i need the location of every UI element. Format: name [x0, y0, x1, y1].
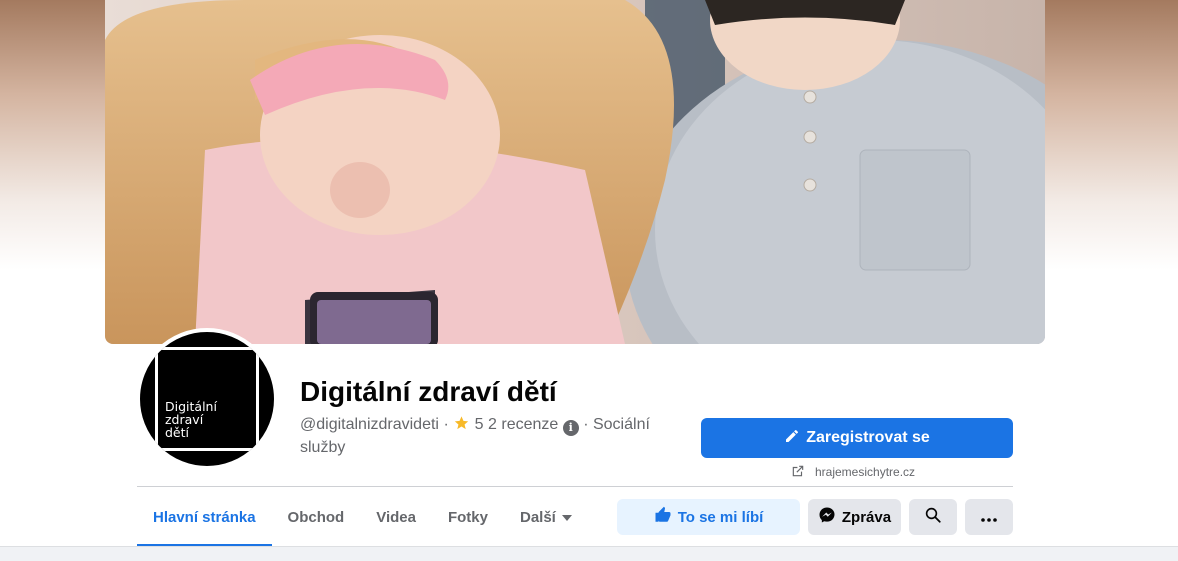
register-button[interactable]: Zaregistrovat se: [701, 418, 1013, 458]
reviews-link[interactable]: 2 recenze: [488, 416, 558, 433]
meta-separator: ·: [443, 416, 454, 433]
more-dots-icon: [981, 509, 997, 526]
cover-illustration: [105, 0, 1045, 344]
rating-value: 5: [474, 416, 484, 433]
search-icon: [924, 506, 942, 528]
tab-more[interactable]: Další: [504, 487, 588, 547]
info-icon[interactable]: i: [562, 420, 579, 436]
page-title: Digitální zdraví dětí: [300, 376, 557, 407]
tab-home[interactable]: Hlavní stránka: [137, 487, 272, 547]
meta-separator: ·: [583, 416, 593, 433]
messenger-icon: [818, 506, 836, 528]
caret-down-icon: [561, 509, 572, 526]
feed-background: [0, 546, 1178, 561]
tab-label: Fotky: [447, 508, 488, 526]
website-url: hrajemesichytre.cz: [815, 465, 916, 479]
like-button[interactable]: To se mi líbí: [617, 499, 800, 535]
page-username: @digitalnizdravideti: [300, 416, 439, 433]
tab-shop[interactable]: Obchod: [272, 487, 361, 547]
register-label: Zaregistrovat se: [806, 429, 930, 446]
tab-label: Obchod: [287, 508, 345, 526]
more-options-button[interactable]: [965, 499, 1013, 535]
external-link-icon: [791, 464, 805, 481]
message-label: Zpráva: [841, 508, 892, 526]
tab-label: Další: [519, 508, 556, 526]
tab-videos[interactable]: Videa: [360, 487, 432, 547]
page-meta: @digitalnizdravideti · 5 2 recenze i · S…: [300, 414, 680, 458]
avatar-logo-text: Digitální zdraví dětí: [165, 399, 217, 440]
profile-avatar[interactable]: Digitální zdraví dětí: [136, 328, 278, 470]
message-button[interactable]: Zpráva: [808, 499, 901, 535]
thumbs-up-icon: [654, 506, 672, 528]
tab-label: Videa: [376, 508, 416, 526]
website-link[interactable]: hrajemesichytre.cz: [791, 463, 915, 481]
page-tabs: Hlavní stránka Obchod Videa Fotky Další: [137, 487, 588, 547]
star-icon: [453, 415, 470, 437]
cover-photo[interactable]: [105, 0, 1045, 344]
pencil-icon: [784, 428, 800, 449]
search-button[interactable]: [909, 499, 957, 535]
tab-photos[interactable]: Fotky: [432, 487, 504, 547]
tab-label: Hlavní stránka: [153, 508, 256, 526]
like-label: To se mi líbí: [677, 508, 764, 526]
